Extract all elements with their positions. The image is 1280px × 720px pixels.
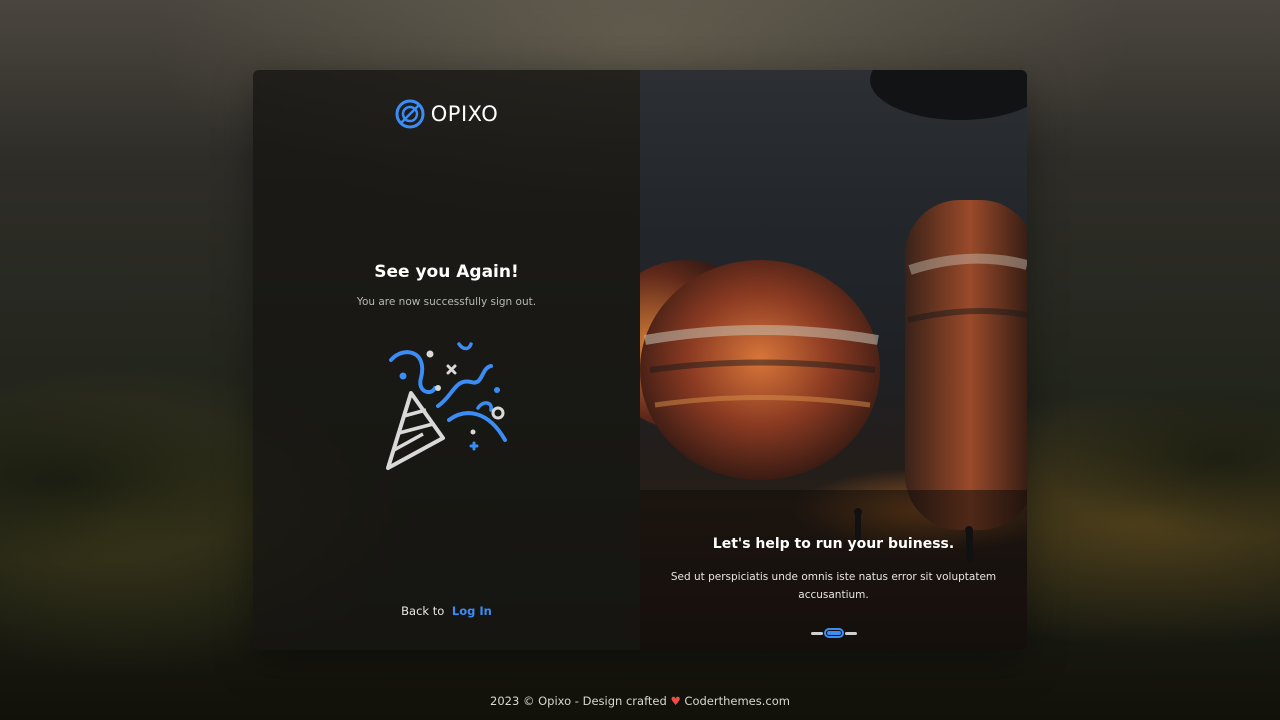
- back-to-login: Back to Log In: [253, 604, 640, 618]
- footer-text: 2023 © Opixo - Design crafted: [490, 694, 667, 708]
- brand-name: OPIXO: [430, 102, 499, 126]
- carousel-image: [640, 70, 1027, 650]
- carousel-indicators: [640, 628, 1027, 638]
- signout-panel: OPIXO See you Again! You are now success…: [253, 70, 640, 650]
- page-title: See you Again!: [374, 262, 519, 282]
- brand-logo[interactable]: OPIXO: [253, 99, 640, 129]
- opixo-logo-icon: [395, 99, 425, 129]
- party-popper-icon: [386, 342, 507, 470]
- footer-credit-link[interactable]: Coderthemes.com: [684, 694, 790, 708]
- carousel-text: Sed ut perspiciatis unde omnis iste natu…: [670, 571, 997, 601]
- carousel-title: Let's help to run your buiness.: [712, 536, 955, 552]
- carousel-indicator-2[interactable]: [823, 628, 844, 638]
- carousel-panel: Let's help to run your buiness. Sed ut p…: [640, 70, 1027, 650]
- signout-message: You are now successfully sign out.: [356, 296, 537, 308]
- signout-card: OPIXO See you Again! You are now success…: [253, 70, 1027, 650]
- page-footer: 2023 © Opixo - Design crafted ♥ Coderthe…: [0, 694, 1280, 708]
- carousel-indicator-1[interactable]: [810, 631, 823, 635]
- carousel-indicator-3[interactable]: [844, 631, 857, 635]
- heart-icon: ♥: [670, 694, 681, 708]
- back-prefix: Back to: [401, 604, 445, 618]
- login-link[interactable]: Log In: [452, 604, 492, 618]
